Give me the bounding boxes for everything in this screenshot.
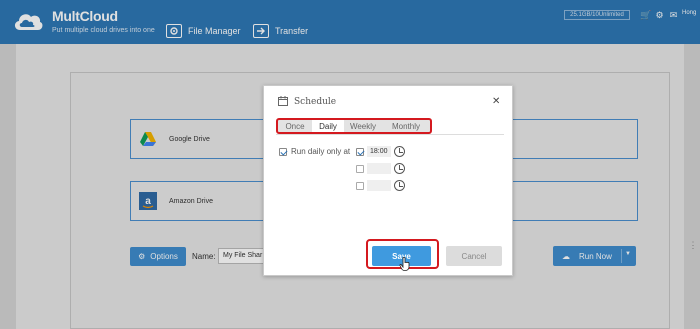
time-3-checkbox[interactable] xyxy=(356,182,364,190)
tab-monthly[interactable]: Monthly xyxy=(382,120,430,132)
clock-icon[interactable] xyxy=(394,180,405,191)
time-1-checkbox[interactable] xyxy=(356,148,364,156)
time-2-field[interactable] xyxy=(367,163,391,174)
dialog-title: Schedule xyxy=(294,97,337,107)
tab-daily[interactable]: Daily xyxy=(312,120,344,132)
run-daily-checkbox[interactable] xyxy=(279,148,287,156)
run-daily-label: Run daily only at xyxy=(291,147,351,156)
time-2-checkbox[interactable] xyxy=(356,165,364,173)
hand-cursor-icon xyxy=(399,257,410,271)
schedule-tabs: Once Daily Weekly Monthly xyxy=(276,118,432,134)
schedule-dialog: Schedule ✕ Once Daily Weekly Monthly Run… xyxy=(263,85,513,276)
clock-icon[interactable] xyxy=(394,163,405,174)
cancel-button[interactable]: Cancel xyxy=(446,246,502,266)
tab-once[interactable]: Once xyxy=(278,120,312,132)
calendar-icon xyxy=(278,96,288,106)
time-3-field[interactable] xyxy=(367,180,391,191)
close-icon[interactable]: ✕ xyxy=(492,96,500,107)
time-1-field[interactable]: 18:00 xyxy=(367,146,391,157)
tab-weekly[interactable]: Weekly xyxy=(344,120,382,132)
clock-icon[interactable] xyxy=(394,146,405,157)
tab-divider xyxy=(276,134,504,135)
